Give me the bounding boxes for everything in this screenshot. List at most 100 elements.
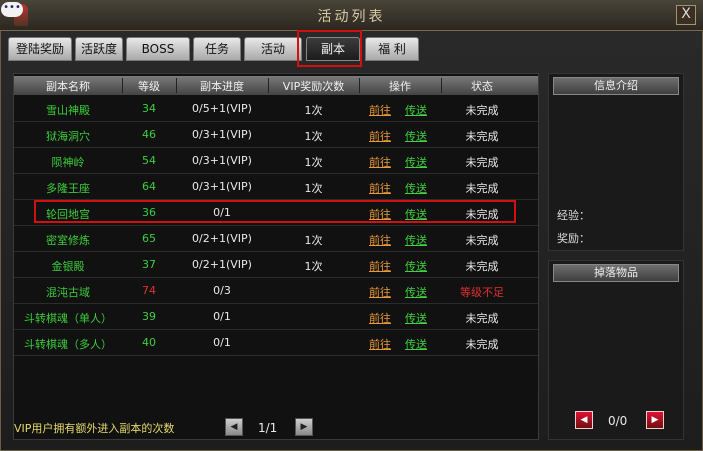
go-link[interactable]: 前往	[369, 180, 391, 196]
dungeon-name: 斗转棋魂（单人）	[24, 312, 112, 325]
table-header: 副本名称 等级 副本进度 VIP奖励次数 操作 状态	[14, 76, 538, 95]
dungeon-progress: 0/2+1(VIP)	[192, 258, 252, 271]
drop-prev-button[interactable]: ◀	[575, 411, 593, 429]
tab-login-reward[interactable]: 登陆奖励	[8, 37, 72, 61]
dungeon-progress: 0/1	[213, 336, 231, 349]
dungeon-name: 密室修炼	[46, 234, 90, 247]
dungeon-progress: 0/2+1(VIP)	[192, 232, 252, 245]
dungeon-level: 54	[142, 154, 156, 167]
column-header-level: 等级	[138, 80, 160, 93]
table-row: 斗转棋魂（单人） 39 0/1 前往 传送 未完成	[14, 304, 538, 330]
teleport-link[interactable]: 传送	[405, 336, 427, 352]
tab-activity-level[interactable]: 活跃度	[75, 37, 123, 61]
dungeon-status: 未完成	[465, 260, 499, 273]
dungeon-name: 狱海洞穴	[46, 130, 90, 143]
teleport-link[interactable]: 传送	[405, 232, 427, 248]
window-title: 活动列表	[317, 9, 386, 25]
column-header-vip: VIP奖励次数	[282, 80, 345, 93]
dungeon-level: 37	[142, 258, 156, 271]
dungeon-progress: 0/3+1(VIP)	[192, 128, 252, 141]
teleport-link[interactable]: 传送	[405, 128, 427, 144]
vip-reward-count: 1次	[304, 104, 323, 117]
dungeon-progress: 0/3	[213, 284, 231, 297]
row-highlight-box	[34, 200, 516, 223]
table-row: 陨神岭 54 0/3+1(VIP) 1次 前往 传送 未完成	[14, 148, 538, 174]
column-header-status: 状态	[471, 80, 493, 93]
dungeon-status: 未完成	[465, 234, 499, 247]
dungeon-status: 未完成	[465, 156, 499, 169]
vip-reward-count: 1次	[304, 234, 323, 247]
info-panel: 信息介绍 经验： 奖励：	[548, 73, 684, 251]
dungeon-level: 74	[142, 284, 156, 297]
dungeon-name: 金银殿	[51, 260, 85, 273]
dungeon-status: 未完成	[465, 130, 499, 143]
vip-reward-count: 1次	[304, 156, 323, 169]
go-link[interactable]: 前往	[369, 336, 391, 352]
dungeon-name: 多隆王座	[46, 182, 90, 195]
table-row: 雪山神殿 34 0/5+1(VIP) 1次 前往 传送 未完成	[14, 96, 538, 122]
dungeon-status: 未完成	[465, 312, 499, 325]
teleport-link[interactable]: 传送	[405, 284, 427, 300]
go-link[interactable]: 前往	[369, 154, 391, 170]
dungeon-progress: 0/3+1(VIP)	[192, 154, 252, 167]
vip-note: VIP用户拥有额外进入副本的次数	[14, 422, 175, 435]
teleport-link[interactable]: 传送	[405, 258, 427, 274]
go-link[interactable]: 前往	[369, 284, 391, 300]
go-link[interactable]: 前往	[369, 258, 391, 274]
dungeon-progress: 0/3+1(VIP)	[192, 180, 252, 193]
title-bar: ••• 活动列表 X	[0, 0, 703, 31]
tab-boss[interactable]: BOSS	[126, 37, 190, 61]
go-link[interactable]: 前往	[369, 232, 391, 248]
drop-panel-title: 掉落物品	[553, 264, 679, 282]
dungeon-progress: 0/1	[213, 310, 231, 323]
teleport-link[interactable]: 传送	[405, 102, 427, 118]
dungeon-level: 40	[142, 336, 156, 349]
dungeon-table-panel: 副本名称 等级 副本进度 VIP奖励次数 操作 状态 雪山神殿 34 0/5+1(V…	[13, 73, 539, 440]
teleport-link[interactable]: 传送	[405, 154, 427, 170]
go-link[interactable]: 前往	[369, 128, 391, 144]
dungeon-name: 陨神岭	[51, 156, 85, 169]
vip-reward-count: 1次	[304, 130, 323, 143]
vip-reward-count: 1次	[304, 182, 323, 195]
page-indicator: 1/1	[258, 421, 278, 435]
dungeon-name: 斗转棋魂（多人）	[24, 338, 112, 351]
table-row: 混沌古域 74 0/3 前往 传送 等级不足	[14, 278, 538, 304]
reward-label: 奖励：	[557, 232, 590, 245]
column-header-name: 副本名称	[46, 80, 90, 93]
dungeon-name: 雪山神殿	[46, 104, 90, 117]
info-panel-title: 信息介绍	[553, 77, 679, 95]
go-link[interactable]: 前往	[369, 310, 391, 326]
column-header-action: 操作	[389, 80, 411, 93]
close-button[interactable]: X	[676, 5, 696, 25]
dungeon-name: 混沌古域	[46, 286, 90, 299]
vip-reward-count: 1次	[304, 260, 323, 273]
dungeon-level: 64	[142, 180, 156, 193]
tab-event[interactable]: 活动	[244, 37, 302, 61]
dungeon-status: 未完成	[465, 338, 499, 351]
dungeon-progress: 0/5+1(VIP)	[192, 102, 252, 115]
table-row: 金银殿 37 0/2+1(VIP) 1次 前往 传送 未完成	[14, 252, 538, 278]
tab-quest[interactable]: 任务	[193, 37, 241, 61]
go-link[interactable]: 前往	[369, 102, 391, 118]
teleport-link[interactable]: 传送	[405, 180, 427, 196]
exp-label: 经验：	[557, 209, 590, 222]
table-row: 狱海洞穴 46 0/3+1(VIP) 1次 前往 传送 未完成	[14, 122, 538, 148]
column-header-progress: 副本进度	[200, 80, 244, 93]
dungeon-level: 39	[142, 310, 156, 323]
tab-welfare[interactable]: 福 利	[365, 37, 419, 61]
dungeon-level: 34	[142, 102, 156, 115]
drop-count: 0/0	[608, 414, 628, 428]
page-prev-button[interactable]: ◀	[225, 418, 243, 436]
dungeon-status: 未完成	[465, 182, 499, 195]
dungeon-status: 等级不足	[460, 286, 504, 299]
teleport-link[interactable]: 传送	[405, 310, 427, 326]
dungeon-status: 未完成	[465, 104, 499, 117]
table-row: 斗转棋魂（多人） 40 0/1 前往 传送 未完成	[14, 330, 538, 356]
page-next-button[interactable]: ▶	[295, 418, 313, 436]
tab-highlight-box	[297, 30, 362, 67]
table-row: 多隆王座 64 0/3+1(VIP) 1次 前往 传送 未完成	[14, 174, 538, 200]
table-row: 密室修炼 65 0/2+1(VIP) 1次 前往 传送 未完成	[14, 226, 538, 252]
drop-next-button[interactable]: ▶	[646, 411, 664, 429]
dungeon-level: 65	[142, 232, 156, 245]
dungeon-level: 46	[142, 128, 156, 141]
